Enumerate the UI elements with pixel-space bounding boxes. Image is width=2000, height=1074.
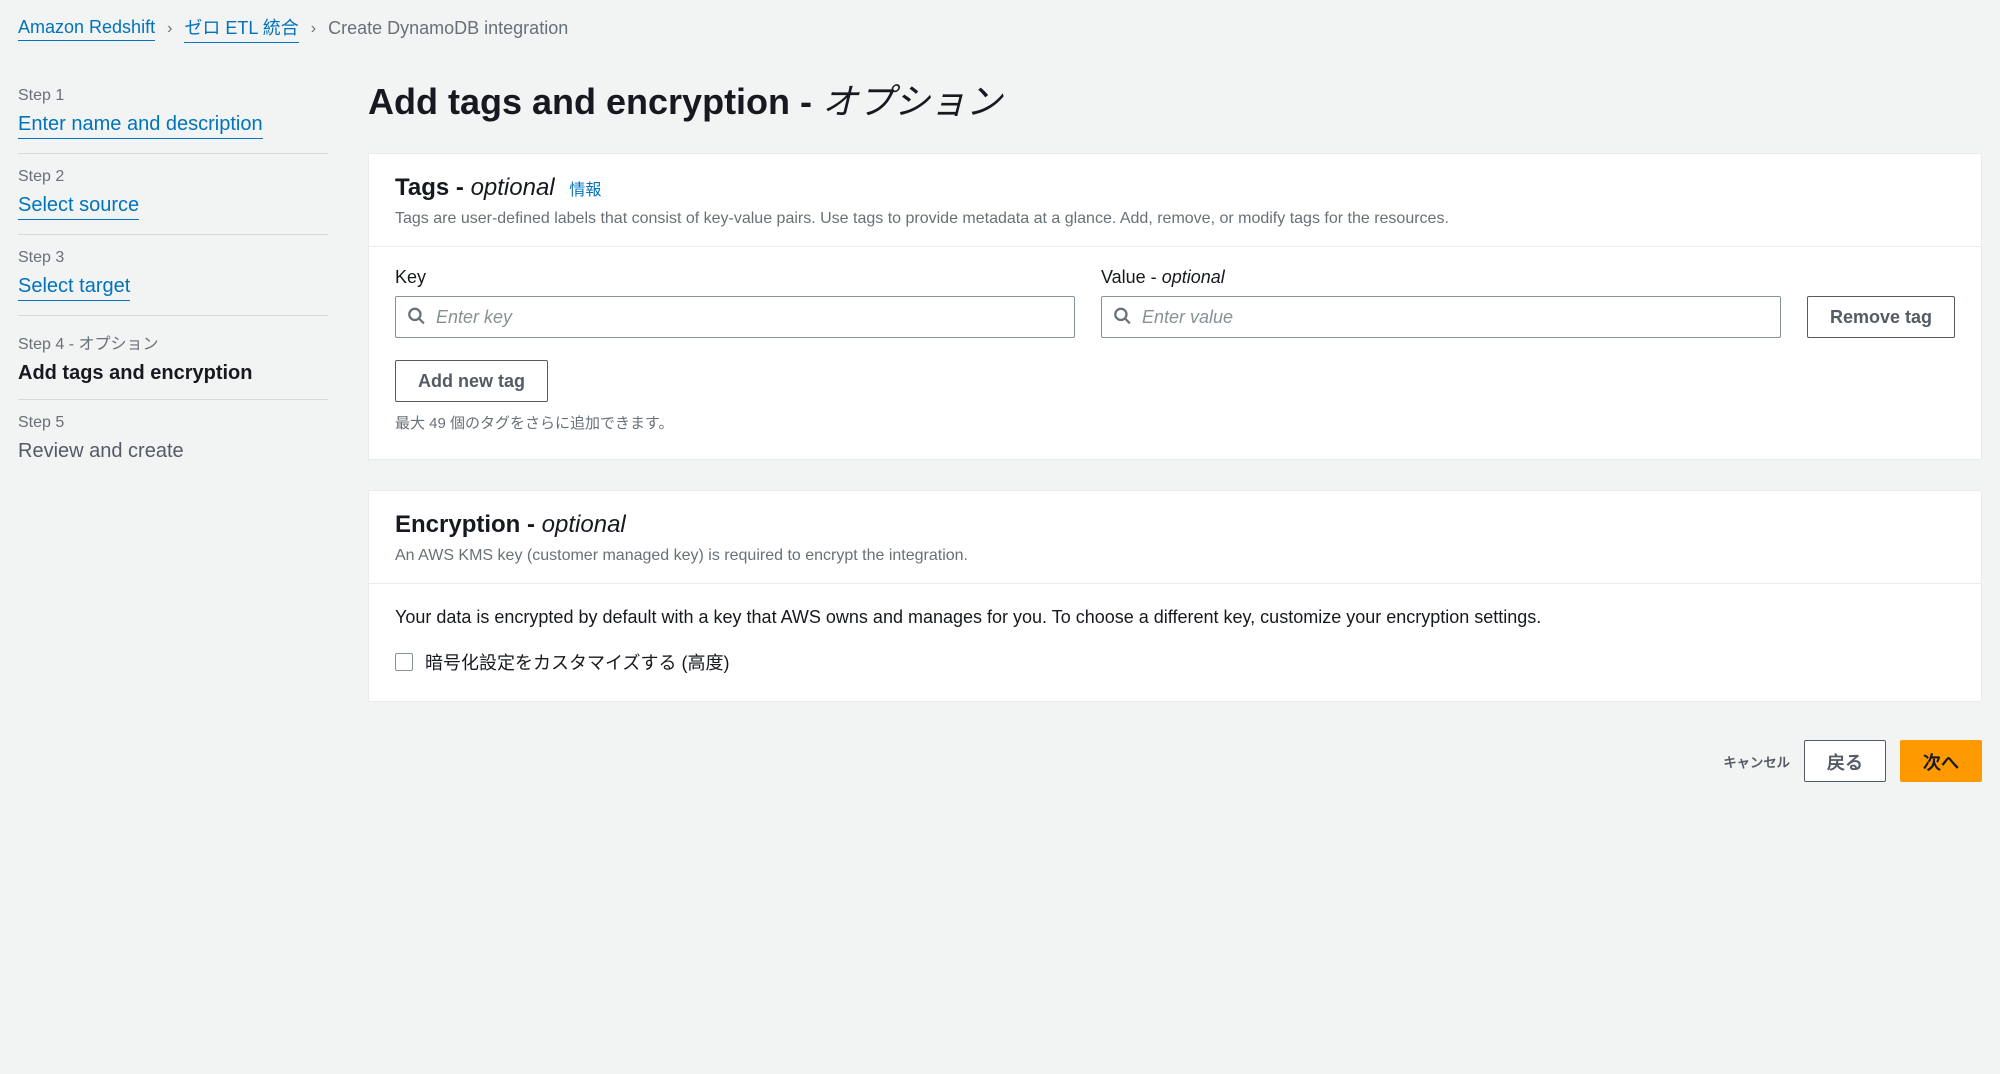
tag-key-col: Key	[395, 267, 1075, 338]
breadcrumb-link-redshift[interactable]: Amazon Redshift	[18, 17, 155, 41]
value-label: Value - optional	[1101, 267, 1781, 288]
step-2: Step 2 Select source	[18, 154, 328, 235]
step-4: Step 4 - オプション Add tags and encryption	[18, 316, 328, 400]
step-label: Step 3	[18, 249, 328, 267]
main-content: Add tags and encryption - オプション Tags - o…	[368, 57, 1982, 812]
encryption-body-text: Your data is encrypted by default with a…	[395, 604, 1955, 631]
encryption-panel: Encryption - optional An AWS KMS key (cu…	[368, 490, 1982, 702]
step-5: Step 5 Review and create	[18, 400, 328, 477]
breadcrumb: Amazon Redshift › ゼロ ETL 統合 › Create Dyn…	[0, 0, 2000, 57]
step-title-link[interactable]: Select target	[18, 275, 130, 301]
step-title-active: Add tags and encryption	[18, 362, 328, 385]
add-new-tag-button[interactable]: Add new tag	[395, 360, 548, 402]
breadcrumb-link-zero-etl[interactable]: ゼロ ETL 統合	[184, 14, 298, 43]
step-label: Step 5	[18, 414, 328, 432]
step-3: Step 3 Select target	[18, 235, 328, 316]
remove-tag-button[interactable]: Remove tag	[1807, 296, 1955, 338]
encryption-panel-desc: An AWS KMS key (customer managed key) is…	[395, 547, 1955, 565]
customize-encryption-checkbox[interactable]	[395, 653, 413, 671]
page-title-prefix: Add tags and encryption -	[368, 81, 822, 122]
customize-encryption-label: 暗号化設定をカスタマイズする (高度)	[425, 649, 729, 675]
step-title: Review and create	[18, 440, 328, 463]
tag-row: Key Value - optional	[395, 267, 1955, 338]
page-title-suffix: オプション	[822, 81, 1002, 122]
key-label: Key	[395, 267, 1075, 288]
tags-panel-body: Key Value - optional	[369, 247, 1981, 459]
next-button[interactable]: 次へ	[1900, 740, 1982, 782]
chevron-right-icon: ›	[311, 20, 316, 38]
encryption-panel-header: Encryption - optional An AWS KMS key (cu…	[369, 491, 1981, 584]
breadcrumb-current: Create DynamoDB integration	[328, 18, 568, 39]
step-label: Step 4 - オプション	[18, 330, 328, 354]
info-link[interactable]: 情報	[569, 182, 601, 199]
tag-value-col: Value - optional	[1101, 267, 1781, 338]
back-button[interactable]: 戻る	[1804, 740, 1886, 782]
step-1: Step 1 Enter name and description	[18, 73, 328, 154]
encryption-panel-title: Encryption - optional	[395, 511, 626, 538]
customize-encryption-row: 暗号化設定をカスタマイズする (高度)	[395, 649, 1955, 675]
tags-panel-header: Tags - optional 情報 Tags are user-defined…	[369, 154, 1981, 247]
tags-panel-desc: Tags are user-defined labels that consis…	[395, 210, 1955, 228]
value-input[interactable]	[1101, 296, 1781, 338]
key-input[interactable]	[395, 296, 1075, 338]
tags-panel-title: Tags - optional	[395, 174, 561, 201]
step-title-link[interactable]: Select source	[18, 194, 139, 220]
page-title: Add tags and encryption - オプション	[368, 73, 1982, 125]
chevron-right-icon: ›	[167, 20, 172, 38]
encryption-panel-body: Your data is encrypted by default with a…	[369, 584, 1981, 701]
step-label: Step 2	[18, 168, 328, 186]
step-title-link[interactable]: Enter name and description	[18, 113, 263, 139]
cancel-button[interactable]: キャンセル	[1723, 752, 1790, 771]
tags-panel: Tags - optional 情報 Tags are user-defined…	[368, 153, 1982, 460]
step-label: Step 1	[18, 87, 328, 105]
tags-hint: 最大 49 個のタグをさらに追加できます。	[395, 412, 1955, 433]
wizard-sidebar: Step 1 Enter name and description Step 2…	[18, 57, 328, 812]
remove-tag-col: Remove tag	[1807, 296, 1955, 338]
wizard-footer: キャンセル 戻る 次へ	[368, 732, 1982, 782]
